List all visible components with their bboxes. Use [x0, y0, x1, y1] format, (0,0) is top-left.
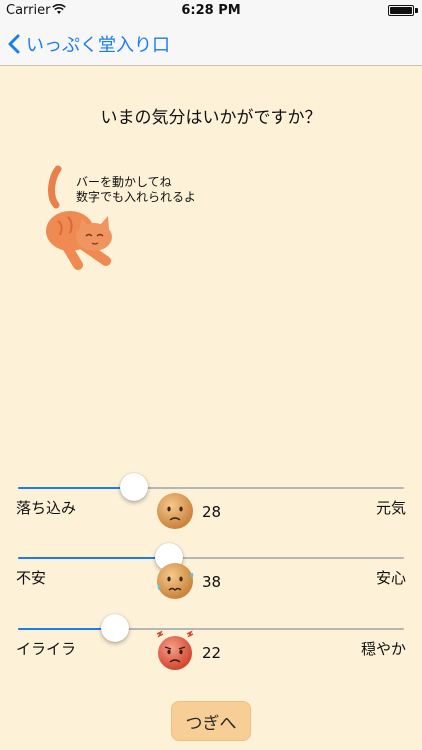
mood-slider-irritation: イライラ 穏やか 22 [0, 614, 422, 698]
next-button[interactable]: つぎへ [171, 701, 251, 741]
battery-tip [415, 8, 418, 13]
sad-face-icon [155, 489, 195, 535]
worried-face-icon [155, 559, 195, 605]
slider-label-high: 穏やか [360, 640, 406, 658]
slider-label-low: 不安 [16, 569, 47, 587]
slider-value[interactable]: 28 [202, 503, 221, 521]
angry-face-icon [155, 630, 195, 676]
slider-label-high: 安心 [375, 569, 406, 587]
mood-slider-anxiety: 不安 安心 38 [0, 543, 422, 627]
battery-icon [388, 5, 414, 16]
slider-track-fill [18, 557, 169, 559]
slider-label-low: イライラ [16, 640, 77, 658]
navigation-bar: いっぷく堂入り口 [0, 22, 422, 66]
mood-question: いまの気分はいかがですか？ [100, 108, 322, 128]
slider-track[interactable] [18, 473, 404, 501]
slider-track[interactable] [18, 614, 404, 642]
slider-value[interactable]: 22 [202, 644, 221, 662]
hint-line-2: 数字でも入れられるよ [76, 190, 197, 204]
back-button[interactable]: いっぷく堂入り口 [8, 22, 170, 66]
slider-label-low: 落ち込み [16, 499, 77, 517]
hint-line-1: バーを動かしてね [76, 175, 172, 189]
status-bar: Carrier 6:28 PM [0, 0, 422, 22]
chevron-left-icon [8, 34, 20, 54]
back-button-label: いっぷく堂入り口 [26, 35, 170, 56]
hint-text: バーを動かしてね 数字でも入れられるよ [76, 175, 196, 205]
slider-track-fill [18, 487, 134, 489]
slider-track[interactable] [18, 543, 404, 571]
slider-thumb[interactable] [119, 473, 148, 501]
slider-value[interactable]: 38 [202, 573, 221, 591]
slider-label-high: 元気 [375, 499, 406, 517]
mood-slider-energy: 落ち込み 元気 28 [0, 473, 422, 557]
clock: 6:28 PM [181, 3, 241, 18]
slider-thumb[interactable] [100, 614, 129, 642]
